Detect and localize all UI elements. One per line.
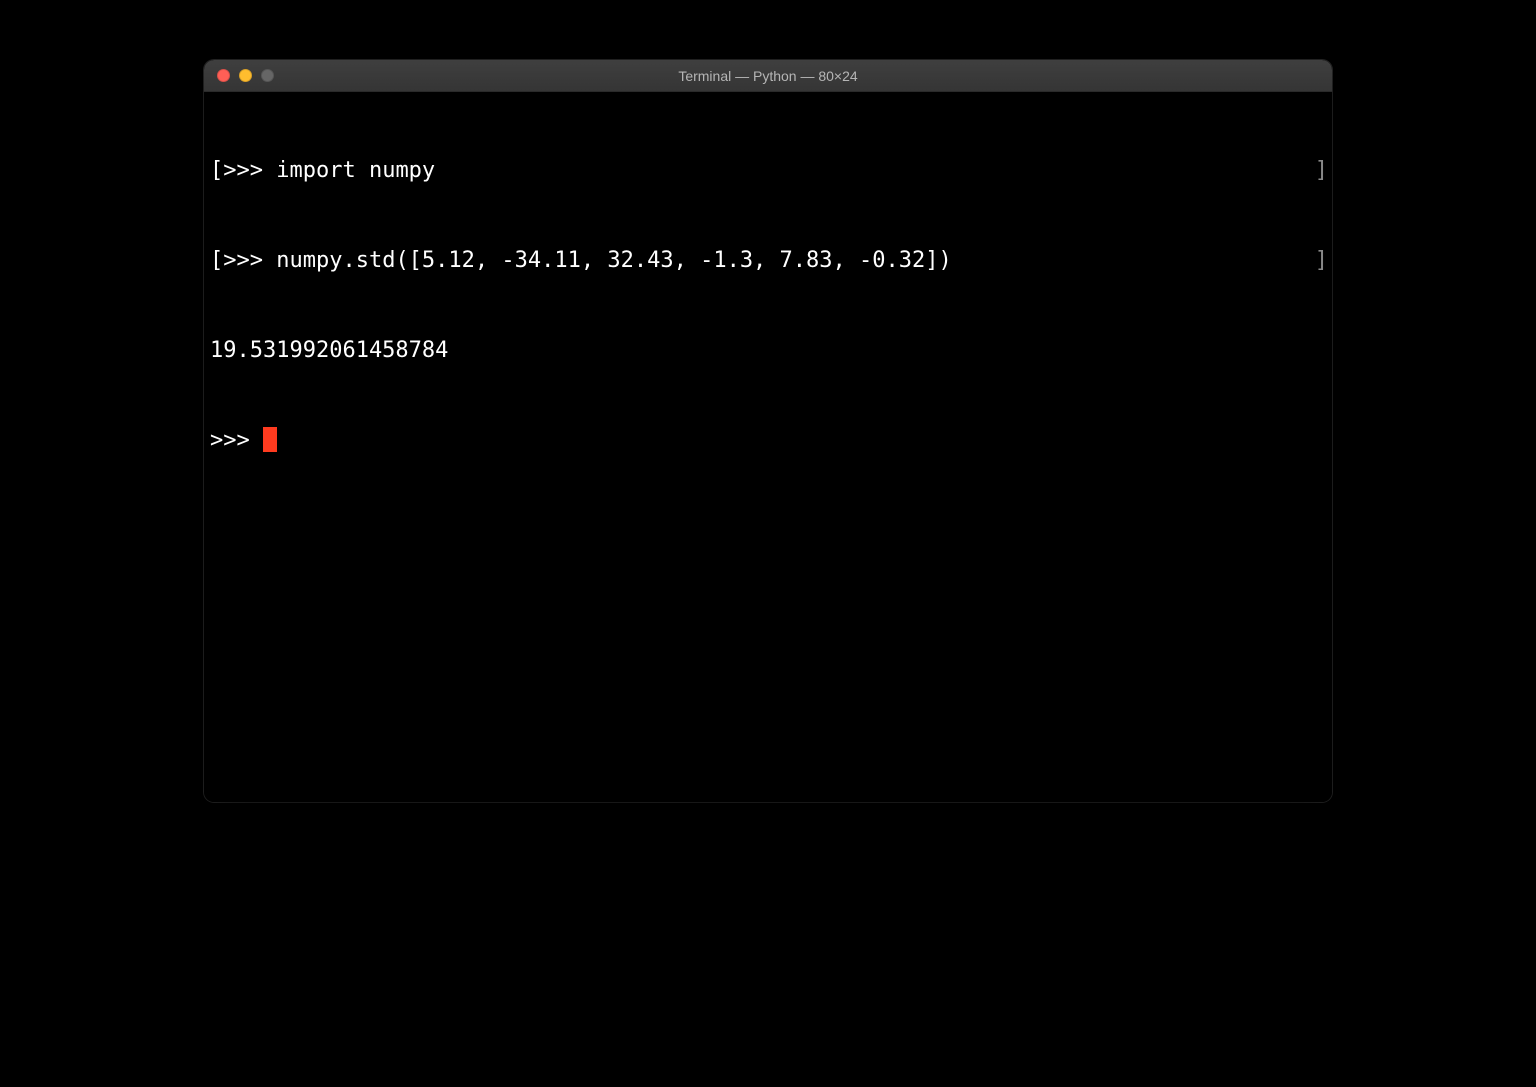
- repl-input: import numpy: [276, 158, 435, 183]
- repl-input: numpy.std([5.12, -34.11, 32.43, -1.3, 7.…: [276, 248, 952, 273]
- close-icon[interactable]: [217, 69, 230, 82]
- terminal-body[interactable]: [>>> import numpy] [>>> numpy.std([5.12,…: [204, 92, 1332, 802]
- minimize-icon[interactable]: [239, 69, 252, 82]
- terminal-window: Terminal — Python — 80×24 [>>> import nu…: [204, 60, 1332, 802]
- zoom-icon[interactable]: [261, 69, 274, 82]
- cursor-icon: [263, 427, 277, 452]
- title-bar[interactable]: Terminal — Python — 80×24: [204, 60, 1332, 92]
- line-end-marker: ]: [1315, 246, 1328, 276]
- traffic-lights: [217, 69, 274, 82]
- terminal-line: [>>> numpy.std([5.12, -34.11, 32.43, -1.…: [210, 246, 1326, 276]
- window-title: Terminal — Python — 80×24: [204, 68, 1332, 84]
- repl-prompt: >>>: [210, 428, 263, 453]
- line-end-marker: ]: [1315, 156, 1328, 186]
- terminal-line: >>>: [210, 426, 1326, 456]
- repl-output: 19.531992061458784: [210, 338, 448, 363]
- repl-prompt: >>>: [223, 248, 276, 273]
- repl-prompt: >>>: [223, 158, 276, 183]
- terminal-line: [>>> import numpy]: [210, 156, 1326, 186]
- terminal-line: 19.531992061458784: [210, 336, 1326, 366]
